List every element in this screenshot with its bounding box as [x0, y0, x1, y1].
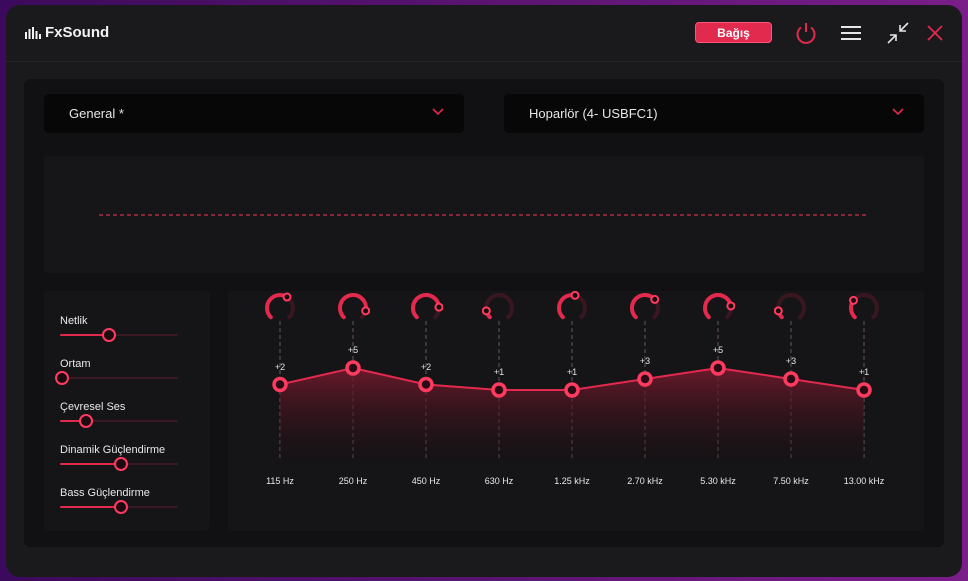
eq-frequency-label: 250 Hz	[338, 476, 368, 486]
effect-slider-thumb[interactable]	[102, 328, 117, 342]
preset-dropdown[interactable]: General *	[44, 94, 464, 133]
hamburger-menu-icon[interactable]	[837, 19, 865, 47]
effect-slider[interactable]	[60, 457, 178, 471]
eq-point-handle[interactable]	[710, 360, 726, 376]
eq-frequency-label: 5.30 kHz	[700, 476, 736, 486]
eq-frequency-knob[interactable]	[336, 291, 370, 325]
effect-slider-fill	[60, 463, 119, 465]
eq-gain-label: +2	[420, 361, 432, 372]
eq-frequency-knob[interactable]	[628, 291, 662, 325]
eq-point-handle[interactable]	[856, 382, 872, 398]
effect-slider-fill	[60, 334, 108, 336]
effect-slider-fill	[60, 506, 119, 508]
eq-point-handle[interactable]	[637, 371, 653, 387]
eq-frequency-knob[interactable]	[409, 291, 443, 325]
eq-frequency-label: 7.50 kHz	[773, 476, 809, 486]
app-title: FxSound	[45, 24, 110, 41]
eq-frequency-knob[interactable]	[482, 291, 516, 325]
logo-bars-icon	[25, 26, 41, 39]
eq-curve-area	[280, 368, 864, 461]
effect-slider-thumb[interactable]	[78, 414, 93, 428]
eq-frequency-knob[interactable]	[774, 291, 808, 325]
eq-point-handle[interactable]	[272, 376, 288, 393]
eq-point-handle[interactable]	[491, 382, 507, 398]
equalizer-panel: +2 115 Hz +5 250 Hz +2 450 Hz +1 630 Hz +1 1.25 k…	[228, 291, 924, 531]
eq-frequency-label: 630 Hz	[484, 476, 514, 486]
eq-gain-label: +5	[347, 345, 359, 355]
output-device-selected: Hoparlör (4- USBFC1)	[529, 106, 658, 121]
eq-gain-label: +3	[639, 356, 651, 366]
effect-label: Dinamik Güçlendirme	[60, 444, 166, 456]
effect-label: Bass Güçlendirme	[60, 487, 150, 499]
eq-gain-label: +1	[493, 367, 505, 377]
eq-frequency-label: 13.00 kHz	[843, 476, 885, 486]
eq-curve-chart	[272, 321, 872, 461]
effects-panel: Netlik Ortam Çevresel Ses Dinamik Güçlendir…	[44, 291, 210, 531]
effect-slider[interactable]	[60, 414, 178, 428]
eq-frequency-knob[interactable]	[847, 291, 881, 325]
effect-label: Ortam	[60, 358, 91, 370]
effect-slider-thumb[interactable]	[114, 500, 128, 514]
eq-point-handle[interactable]	[564, 382, 580, 398]
eq-frequency-knob[interactable]	[701, 291, 735, 325]
power-icon[interactable]	[792, 19, 820, 47]
app-window: FxSound Bağış General * Hoparlör (4- USB…	[6, 5, 962, 577]
eq-gain-label: +3	[785, 356, 797, 366]
effect-slider[interactable]	[55, 371, 178, 385]
effect-label: Netlik	[60, 315, 88, 327]
eq-point-handle[interactable]	[418, 376, 434, 393]
effect-slider-thumb[interactable]	[114, 457, 128, 471]
chevron-down-icon	[432, 108, 444, 116]
effect-slider-thumb[interactable]	[55, 371, 69, 385]
donate-button[interactable]: Bağış	[695, 22, 772, 43]
main-panel: General * Hoparlör (4- USBFC1) Netlik Ort…	[24, 79, 944, 547]
eq-gain-label: +1	[566, 367, 578, 377]
app-logo: FxSound	[25, 24, 109, 41]
spectrum-visualizer	[44, 156, 924, 273]
effect-label: Çevresel Ses	[60, 401, 126, 413]
eq-point-handle[interactable]	[783, 371, 799, 387]
effect-slider[interactable]	[60, 500, 178, 514]
effect-slider[interactable]	[60, 328, 178, 342]
eq-gain-label: +2	[274, 361, 286, 372]
preset-selected: General *	[69, 106, 124, 121]
eq-frequency-label: 450 Hz	[411, 476, 441, 486]
chevron-down-icon	[892, 108, 904, 116]
output-device-dropdown[interactable]: Hoparlör (4- USBFC1)	[504, 94, 924, 133]
eq-point-handle[interactable]	[345, 360, 361, 376]
title-bar: FxSound Bağış	[6, 5, 962, 62]
eq-frequency-knob[interactable]	[555, 291, 589, 325]
eq-frequency-label: 115 Hz	[266, 476, 294, 486]
eq-frequency-label: 2.70 kHz	[627, 476, 663, 486]
shrink-icon[interactable]	[884, 19, 912, 47]
eq-frequency-knob[interactable]	[263, 291, 297, 325]
eq-frequency-label: 1.25 kHz	[554, 476, 590, 486]
eq-gain-label: +5	[712, 345, 724, 355]
close-icon[interactable]	[921, 19, 949, 47]
eq-gain-label: +1	[858, 367, 870, 377]
